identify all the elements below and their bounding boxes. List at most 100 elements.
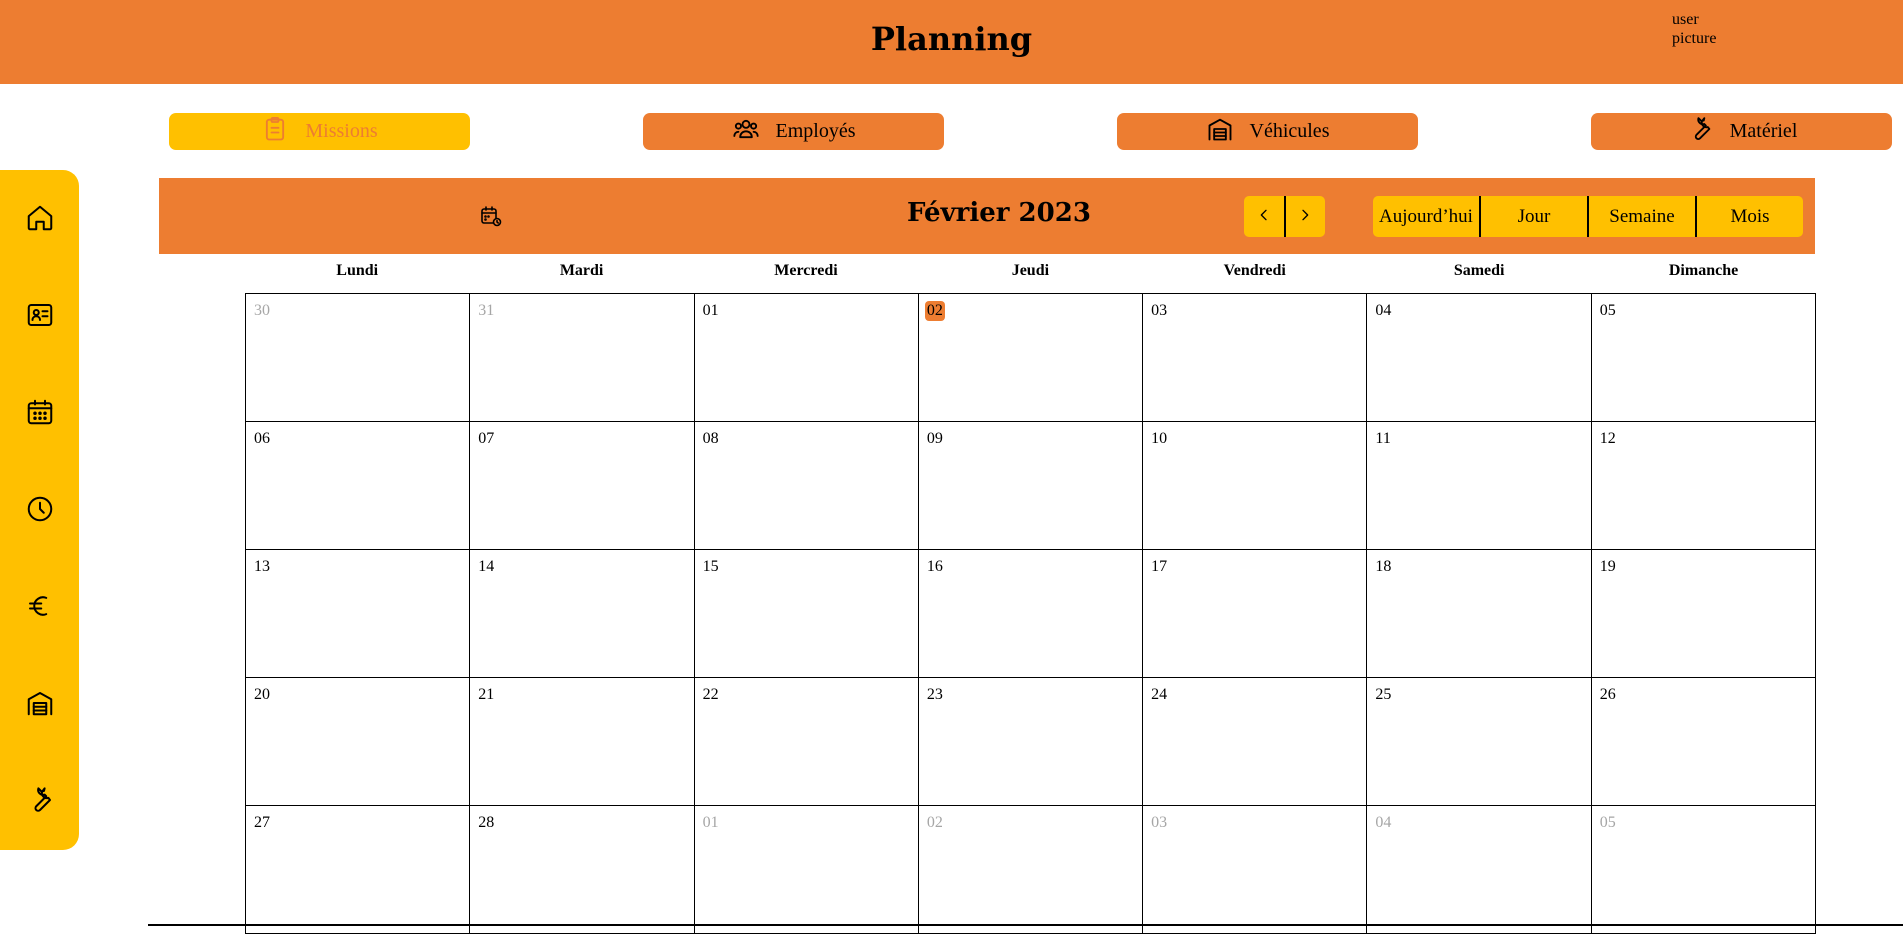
day-number: 15 xyxy=(702,558,719,575)
day-number: 14 xyxy=(478,558,495,575)
tab-employes[interactable]: Employés xyxy=(643,113,944,150)
calendar-toolbar: Février 2023 Aujourd’hui Jour Semaine Mo… xyxy=(159,178,1815,254)
clock-icon[interactable] xyxy=(25,494,55,524)
day-cell[interactable]: 14 xyxy=(470,550,695,678)
day-number: 20 xyxy=(254,686,270,703)
weekday-label: Samedi xyxy=(1453,262,1505,279)
calendar-add-icon[interactable] xyxy=(479,204,503,228)
day-number: 03 xyxy=(1151,302,1168,319)
next-month-button[interactable] xyxy=(1283,196,1326,237)
day-cell[interactable]: 20 xyxy=(246,678,471,806)
day-cell[interactable]: 10 xyxy=(1143,422,1368,550)
day-number: 24 xyxy=(1151,686,1168,703)
day-cell[interactable]: 11 xyxy=(1367,422,1592,550)
day-cell[interactable]: 13 xyxy=(246,550,471,678)
day-cell[interactable]: 15 xyxy=(694,550,919,678)
day-cell[interactable]: 09 xyxy=(918,422,1144,550)
day-number: 16 xyxy=(926,558,943,575)
day-number: 01 xyxy=(702,814,719,831)
month-view-button[interactable]: Mois xyxy=(1695,196,1803,237)
day-cell[interactable]: 07 xyxy=(470,422,695,550)
day-cell[interactable]: 08 xyxy=(694,422,919,550)
day-cell[interactable]: 04 xyxy=(1367,294,1592,422)
day-cell[interactable]: 02 xyxy=(918,806,1144,934)
day-cell[interactable]: 23 xyxy=(918,678,1144,806)
day-number: 05 xyxy=(1599,302,1616,319)
tab-label: Employés xyxy=(775,120,856,142)
day-number: 06 xyxy=(254,430,270,447)
user-picture[interactable]: user picture xyxy=(1672,10,1742,48)
day-number: 21 xyxy=(478,686,495,703)
day-number: 04 xyxy=(1375,302,1392,319)
day-number: 25 xyxy=(1375,686,1392,703)
day-number: 02 xyxy=(924,301,945,321)
tab-vehicules[interactable]: Véhicules xyxy=(1117,113,1418,150)
weekday-label: Lundi xyxy=(336,262,379,279)
day-cell[interactable]: 05 xyxy=(1591,806,1816,934)
day-cell[interactable]: 06 xyxy=(246,422,471,550)
day-cell[interactable]: 28 xyxy=(470,806,695,934)
wrench-icon[interactable] xyxy=(25,785,55,815)
weekday-label: Vendredi xyxy=(1223,262,1286,279)
weekday-label: Dimanche xyxy=(1668,262,1739,279)
day-number: 23 xyxy=(926,686,943,703)
week-view-button[interactable]: Semaine xyxy=(1587,196,1695,237)
page-title: Planning xyxy=(870,20,1033,58)
day-cell[interactable]: 18 xyxy=(1367,550,1592,678)
day-number: 03 xyxy=(1151,814,1168,831)
day-cell[interactable]: 26 xyxy=(1591,678,1816,806)
month-grid: 30 31 01 02 03 04 05 06 07 08 09 10 11 12 13 14 15 16 17 18… xyxy=(245,293,1816,934)
garage-icon xyxy=(1206,115,1234,149)
day-cell[interactable]: 12 xyxy=(1591,422,1816,550)
id-card-icon[interactable] xyxy=(25,300,55,330)
day-number: 04 xyxy=(1375,814,1392,831)
day-cell[interactable]: 17 xyxy=(1143,550,1368,678)
day-number: 05 xyxy=(1599,814,1616,831)
chevron-left-icon xyxy=(1256,207,1272,227)
day-view-button[interactable]: Jour xyxy=(1479,196,1587,237)
day-cell[interactable]: 03 xyxy=(1143,294,1368,422)
day-cell[interactable]: 19 xyxy=(1591,550,1816,678)
day-number: 31 xyxy=(478,302,495,319)
day-number: 26 xyxy=(1599,686,1616,703)
day-number: 30 xyxy=(254,302,270,319)
day-cell[interactable]: 27 xyxy=(246,806,471,934)
month-navigation xyxy=(1244,196,1325,237)
tab-label: Véhicules xyxy=(1249,120,1330,142)
day-cell[interactable]: 31 xyxy=(470,294,695,422)
day-cell[interactable]: 25 xyxy=(1367,678,1592,806)
divider xyxy=(148,924,1903,926)
users-icon xyxy=(732,115,760,149)
day-cell[interactable]: 01 xyxy=(694,294,919,422)
day-number: 22 xyxy=(702,686,719,703)
today-button[interactable]: Aujourd’hui xyxy=(1373,196,1479,237)
day-number: 17 xyxy=(1151,558,1168,575)
sidebar xyxy=(0,170,79,850)
day-cell[interactable]: 04 xyxy=(1367,806,1592,934)
home-icon[interactable] xyxy=(25,203,55,233)
app-header: Planning user picture xyxy=(0,0,1903,84)
previous-month-button[interactable] xyxy=(1244,196,1284,237)
day-cell[interactable]: 03 xyxy=(1143,806,1368,934)
day-cell[interactable]: 05 xyxy=(1591,294,1816,422)
tab-missions[interactable]: Missions xyxy=(169,113,470,150)
day-cell[interactable]: 21 xyxy=(470,678,695,806)
weekday-label: Mardi xyxy=(559,262,604,279)
day-cell[interactable]: 22 xyxy=(694,678,919,806)
day-cell[interactable]: 16 xyxy=(918,550,1144,678)
day-cell[interactable]: 01 xyxy=(694,806,919,934)
view-switcher: Aujourd’hui Jour Semaine Mois xyxy=(1373,196,1803,237)
garage-icon[interactable] xyxy=(25,688,55,718)
current-month-label: Février 2023 xyxy=(907,198,1091,228)
day-cell-today[interactable]: 02 xyxy=(918,294,1144,422)
calendar-icon[interactable] xyxy=(25,397,55,427)
day-number: 02 xyxy=(926,814,943,831)
wrench-icon xyxy=(1686,115,1714,149)
day-number: 01 xyxy=(702,302,719,319)
day-number: 12 xyxy=(1599,430,1616,447)
day-cell[interactable]: 24 xyxy=(1143,678,1368,806)
day-number: 09 xyxy=(926,430,943,447)
euro-icon[interactable] xyxy=(25,591,55,621)
tab-materiel[interactable]: Matériel xyxy=(1591,113,1892,150)
day-cell[interactable]: 30 xyxy=(246,294,471,422)
